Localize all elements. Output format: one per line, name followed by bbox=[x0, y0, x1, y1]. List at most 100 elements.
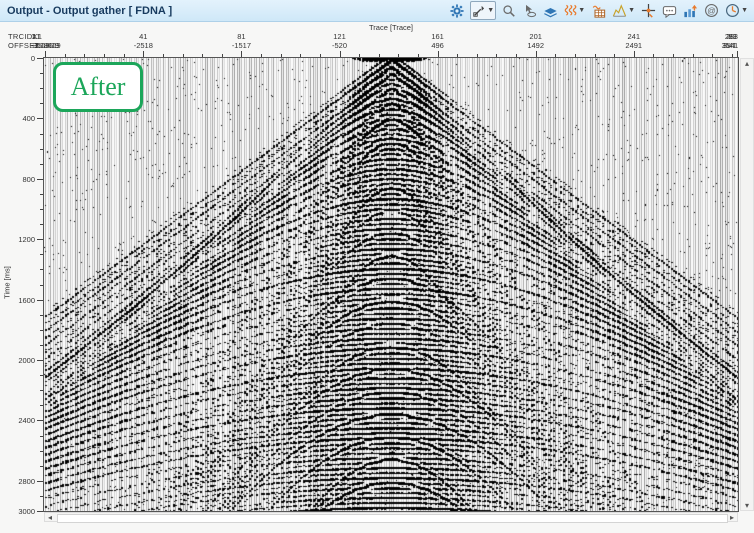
tick-mark bbox=[37, 239, 44, 240]
zoom-actual-icon[interactable]: @ bbox=[704, 2, 719, 19]
trcidx-value: 283 bbox=[725, 32, 736, 41]
tick-mark bbox=[595, 54, 596, 57]
time-tick-label: 2800 bbox=[5, 477, 35, 486]
offset-value: -520 bbox=[332, 41, 347, 50]
horizontal-scrollbar-thumb[interactable] bbox=[57, 514, 728, 523]
trcidx-value: 161 bbox=[431, 32, 444, 41]
scroll-down-arrow-icon[interactable]: ▾ bbox=[741, 501, 753, 510]
export-chart-icon[interactable] bbox=[683, 2, 698, 19]
tick-mark bbox=[124, 54, 125, 57]
seismic-gather-view[interactable] bbox=[44, 58, 738, 511]
horizontal-scrollbar[interactable]: ◂ ▸ bbox=[44, 512, 738, 522]
time-tick-label: 0 bbox=[5, 54, 35, 63]
tick-mark bbox=[37, 179, 44, 180]
window-title: Output - Output gather [ FDNA ] bbox=[7, 5, 172, 17]
chevron-down-icon: ▼ bbox=[578, 2, 585, 19]
tick-mark bbox=[320, 54, 321, 57]
tick-mark bbox=[693, 54, 694, 57]
seismic-viewer-window: Output - Output gather [ FDNA ] ▼ ▼ bbox=[0, 0, 754, 533]
tick-mark bbox=[65, 54, 66, 57]
tick-mark bbox=[438, 51, 439, 57]
offset-value: -2518 bbox=[134, 41, 153, 50]
offset-value: -3518619 bbox=[31, 41, 59, 50]
tick-mark bbox=[300, 54, 301, 57]
fit-view-tool-button[interactable]: ▼ bbox=[470, 1, 496, 20]
crosshair-icon[interactable] bbox=[641, 2, 656, 19]
trcidx-value: 41 bbox=[139, 32, 147, 41]
offset-value: 1492 bbox=[527, 41, 544, 50]
tick-mark bbox=[379, 54, 380, 57]
tick-mark bbox=[653, 54, 654, 57]
vertical-scrollbar[interactable]: ▴ ▾ bbox=[740, 58, 754, 511]
time-tick-label: 3000 bbox=[5, 507, 35, 516]
clock-icon[interactable]: ▼ bbox=[725, 2, 748, 19]
scroll-up-arrow-icon[interactable]: ▴ bbox=[741, 59, 753, 68]
tick-mark bbox=[37, 360, 44, 361]
layers-icon[interactable] bbox=[543, 2, 558, 19]
tick-mark bbox=[104, 54, 105, 57]
tick-mark bbox=[183, 54, 184, 57]
tick-mark bbox=[45, 51, 46, 57]
histogram-icon[interactable]: ▼ bbox=[612, 2, 635, 19]
tick-mark bbox=[614, 54, 615, 57]
tick-mark bbox=[37, 481, 44, 482]
time-tick-label: 800 bbox=[5, 175, 35, 184]
tick-mark bbox=[37, 511, 44, 512]
wiggle-display-icon[interactable]: ▼ bbox=[564, 2, 585, 19]
trcidx-value: 241 bbox=[628, 32, 641, 41]
tick-mark bbox=[536, 51, 537, 57]
tick-mark bbox=[37, 118, 44, 119]
time-tick-label: 400 bbox=[5, 114, 35, 123]
scroll-left-arrow-icon[interactable]: ◂ bbox=[45, 513, 55, 522]
time-tick-label: 1200 bbox=[5, 235, 35, 244]
time-tick-label: 2000 bbox=[5, 356, 35, 365]
tick-mark bbox=[241, 51, 242, 57]
tick-mark bbox=[261, 54, 262, 57]
title-bar: Output - Output gather [ FDNA ] ▼ ▼ bbox=[0, 0, 754, 22]
select-lasso-icon[interactable] bbox=[522, 2, 537, 19]
trcidx-value: 1 1 bbox=[31, 32, 40, 41]
toolbar: ▼ ▼ ▼ bbox=[450, 1, 748, 20]
time-tick-label: 1600 bbox=[5, 296, 35, 305]
svg-text:@: @ bbox=[707, 5, 716, 15]
zoom-icon[interactable] bbox=[502, 2, 516, 19]
chevron-down-icon: ▼ bbox=[628, 2, 635, 19]
trcidx-value: 121 bbox=[333, 32, 346, 41]
offset-value: 2491 bbox=[625, 41, 642, 50]
spreadsheet-icon[interactable] bbox=[591, 2, 606, 19]
tick-mark bbox=[516, 54, 517, 57]
offset-value: 3541 bbox=[722, 41, 737, 50]
tick-mark bbox=[737, 51, 738, 57]
tick-mark bbox=[222, 54, 223, 57]
tick-mark bbox=[555, 54, 556, 57]
offset-value: 496 bbox=[431, 41, 444, 50]
after-annotation-badge: After bbox=[53, 62, 143, 112]
tick-mark bbox=[37, 58, 44, 59]
chevron-down-icon: ▼ bbox=[487, 2, 494, 19]
tick-mark bbox=[673, 54, 674, 57]
trcidx-value: 201 bbox=[529, 32, 542, 41]
tick-mark bbox=[457, 54, 458, 57]
settings-gear-icon[interactable] bbox=[450, 2, 464, 19]
tick-mark bbox=[37, 300, 44, 301]
tick-mark bbox=[732, 54, 733, 57]
offset-value: -1517 bbox=[232, 41, 251, 50]
tick-mark bbox=[340, 51, 341, 57]
tick-mark bbox=[496, 54, 497, 57]
tick-mark bbox=[37, 420, 44, 421]
tick-mark bbox=[163, 54, 164, 57]
tick-mark bbox=[418, 54, 419, 57]
time-tick-label: 2400 bbox=[5, 416, 35, 425]
tick-mark bbox=[575, 54, 576, 57]
tick-mark bbox=[359, 54, 360, 57]
chevron-down-icon: ▼ bbox=[741, 2, 748, 19]
comment-icon[interactable] bbox=[662, 2, 677, 19]
x-axis-title: Trace [Trace] bbox=[44, 23, 738, 32]
tick-mark bbox=[712, 54, 713, 57]
tick-mark bbox=[202, 54, 203, 57]
trcidx-value: 81 bbox=[237, 32, 245, 41]
tick-mark bbox=[143, 51, 144, 57]
scroll-right-arrow-icon[interactable]: ▸ bbox=[727, 513, 737, 522]
tick-mark bbox=[281, 54, 282, 57]
tick-mark bbox=[84, 54, 85, 57]
